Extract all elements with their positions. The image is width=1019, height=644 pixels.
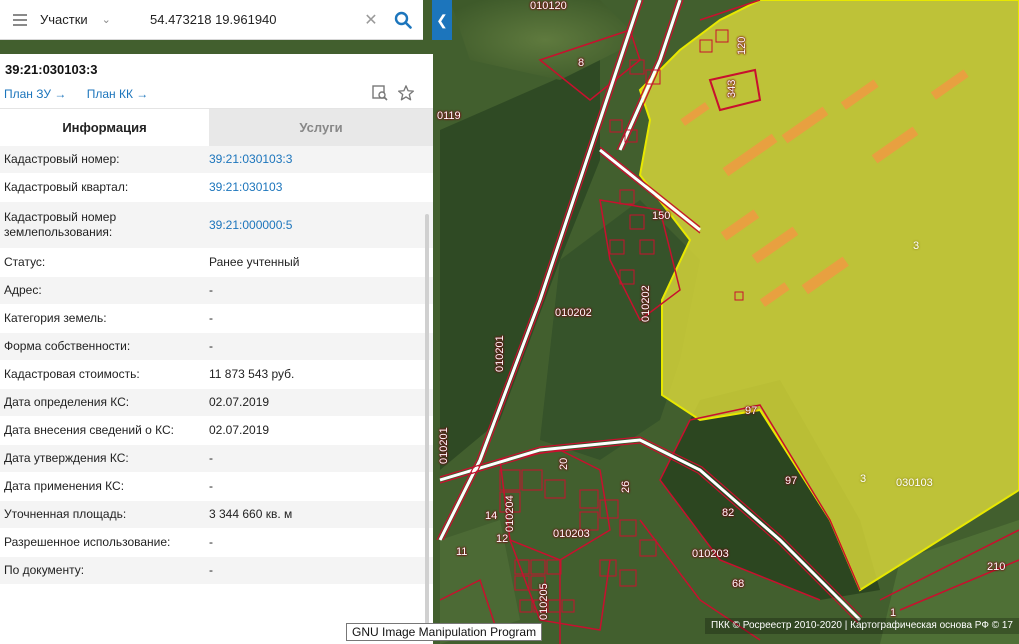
quarter-label: 010202 <box>640 285 652 322</box>
search-input[interactable] <box>144 0 359 40</box>
attribute-label: Кадастровый номер: <box>4 152 120 166</box>
attribute-label: Уточненная площадь: <box>4 507 127 521</box>
parcel-label: 97 <box>745 405 758 417</box>
search-bar: Участки ⌄ ✕ <box>0 0 423 40</box>
quarter-label: 010205 <box>538 583 550 620</box>
panel-actions <box>371 84 415 102</box>
menu-icon[interactable] <box>0 0 40 40</box>
attribute-label: Дата определения КС: <box>4 395 130 409</box>
chevron-left-icon: ❮ <box>436 11 448 28</box>
attribute-value-link[interactable]: 39:21:000000:5 <box>205 202 433 248</box>
tab-services[interactable]: Услуги <box>209 109 433 146</box>
attribute-value: 11 873 543 руб. <box>209 367 295 381</box>
parcel-label: 3 <box>860 473 867 485</box>
zoom-to-object-icon[interactable] <box>371 84 389 102</box>
quarter-label: 030103 <box>896 477 933 489</box>
parcel-label: 82 <box>722 507 735 519</box>
table-row: Кадастровая стоимость: 11 873 543 руб. <box>0 361 433 389</box>
info-panel: 39:21:030103:3 План ЗУ → План КК → Инфор… <box>0 54 433 644</box>
attribute-value: - <box>209 563 213 577</box>
quarter-label: 010202 <box>555 307 592 319</box>
table-row: Кадастровый квартал: 39:21:030103 <box>0 174 433 202</box>
table-row: Кадастровый номер землепользования: 39:21… <box>0 202 433 249</box>
table-row: По документу: - <box>0 557 433 585</box>
parcel-label: 343 <box>726 79 738 98</box>
table-row: Категория земель: - <box>0 305 433 333</box>
clear-icon[interactable]: ✕ <box>359 10 383 30</box>
parcel-label: 11 <box>456 546 468 558</box>
search-button[interactable] <box>383 0 423 40</box>
panel-tabs: Информация Услуги <box>0 108 433 146</box>
star-icon[interactable] <box>397 84 415 102</box>
attribute-value: Ранее учтенный <box>209 255 300 269</box>
tab-information[interactable]: Информация <box>0 109 209 146</box>
parcel-label: 210 <box>987 561 1006 573</box>
quarter-label: 010203 <box>553 528 590 540</box>
table-row: Дата определения КС: 02.07.2019 <box>0 389 433 417</box>
panel-scrollbar[interactable] <box>425 214 429 624</box>
quarter-label: 010204 <box>504 495 516 532</box>
quarter-label: 010120 <box>530 0 567 12</box>
parcel-label: 14 <box>485 510 498 522</box>
attribute-value: - <box>209 283 213 297</box>
attribute-value: - <box>209 311 213 325</box>
attribute-label: Дата утверждения КС: <box>4 451 129 465</box>
table-row: Форма собственности: - <box>0 333 433 361</box>
parcel-label: 97 <box>785 475 798 487</box>
attribute-value: - <box>209 339 213 353</box>
parcel-label: 20 <box>558 457 570 470</box>
quarter-label: 010203 <box>692 548 729 560</box>
attribute-value: 02.07.2019 <box>209 395 270 409</box>
parcel-label: 26 <box>620 480 632 493</box>
attribute-value-link[interactable]: 39:21:030103:3 <box>205 146 433 173</box>
table-row: Уточненная площадь: 3 344 660 кв. м <box>0 501 433 529</box>
attribute-label: Разрешенное использование: <box>4 535 171 549</box>
attribute-label: Дата применения КС: <box>4 479 125 493</box>
attribute-value: 02.07.2019 <box>209 423 270 437</box>
attribute-value-link[interactable]: 39:21:030103 <box>205 174 433 201</box>
parcel-label: 8 <box>578 57 585 69</box>
attribute-value: - <box>209 479 213 493</box>
attribute-label: Кадастровая стоимость: <box>4 367 140 381</box>
attribute-label: Форма собственности: <box>4 339 131 353</box>
layer-select-value: Участки <box>40 12 88 27</box>
table-row: Кадастровый номер: 39:21:030103:3 <box>0 146 433 174</box>
table-row: Дата утверждения КС: - <box>0 445 433 473</box>
map-attribution: ПКК © Росреестр 2010-2020 | Картографиче… <box>705 618 1019 634</box>
quarter-label: 010201 <box>494 335 506 372</box>
quarter-label: 0119 <box>437 110 461 122</box>
attribute-value: - <box>209 535 213 549</box>
attribute-label: Категория земель: <box>4 311 107 325</box>
taskbar-tooltip: GNU Image Manipulation Program <box>346 623 543 641</box>
attribute-table: Кадастровый номер: 39:21:030103:3 Кадастро… <box>0 146 433 585</box>
search-icon <box>394 11 412 29</box>
parcel-label: 3 <box>913 240 920 252</box>
parcel-label: 12 <box>496 533 509 545</box>
table-row: Статус: Ранее учтенный <box>0 249 433 277</box>
chevron-down-icon: ⌄ <box>101 14 111 26</box>
table-row: Дата внесения сведений о КС: 02.07.2019 <box>0 417 433 445</box>
attribute-value: 3 344 660 кв. м <box>209 507 293 521</box>
plan-kk-link[interactable]: План КК → <box>87 87 149 101</box>
object-cadastral-id: 39:21:030103:3 <box>5 62 98 77</box>
attribute-label: Статус: <box>4 255 46 269</box>
quarter-label: 010201 <box>438 427 450 464</box>
attribute-label: Кадастровый квартал: <box>4 180 129 194</box>
table-row: Разрешенное использование: - <box>0 529 433 557</box>
attribute-label: По документу: <box>4 563 85 577</box>
collapse-panel-button[interactable]: ❮ <box>432 0 452 40</box>
plan-links: План ЗУ → План КК → <box>4 87 165 101</box>
parcel-label: 120 <box>736 36 748 55</box>
attribute-value: - <box>209 451 213 465</box>
table-row: Адрес: - <box>0 277 433 305</box>
attribute-label: Кадастровый номер землепользования: <box>4 210 117 239</box>
layer-select[interactable]: Участки ⌄ <box>40 0 144 40</box>
attribute-label: Адрес: <box>4 283 42 297</box>
table-row: Дата применения КС: - <box>0 473 433 501</box>
parcel-label: 68 <box>732 578 745 590</box>
attribute-label: Дата внесения сведений о КС: <box>4 423 174 437</box>
parcel-label: 150 <box>652 210 671 222</box>
plan-zu-link[interactable]: План ЗУ → <box>4 87 66 101</box>
